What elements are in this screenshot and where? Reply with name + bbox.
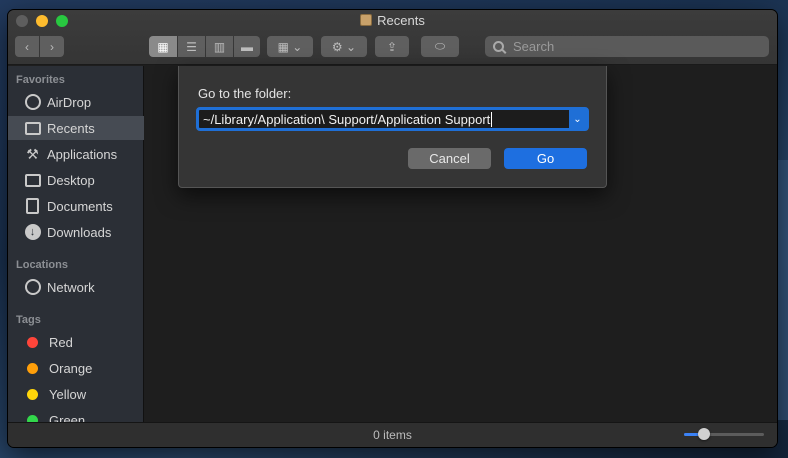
- action-menu-button[interactable]: ⚙ ⌄: [321, 36, 367, 57]
- sidebar-item-tag-orange[interactable]: Orange: [8, 356, 144, 380]
- back-button[interactable]: ‹: [15, 36, 39, 57]
- chevron-down-icon: ⌄: [573, 113, 582, 125]
- path-history-dropdown[interactable]: ⌄: [569, 110, 586, 128]
- sidebar-item-label: Red: [49, 334, 73, 350]
- documents-icon: [24, 198, 41, 215]
- sidebar-item-label: Orange: [49, 360, 93, 376]
- tag-icon: ⬭: [434, 39, 446, 53]
- edit-tags-button[interactable]: ⬭: [421, 36, 459, 57]
- sidebar-item-label: AirDrop: [47, 94, 92, 110]
- list-icon: ☰: [186, 39, 197, 54]
- group-by-button[interactable]: ▦ ⌄: [267, 36, 313, 57]
- sidebar-item-desktop[interactable]: Desktop: [8, 168, 144, 192]
- sidebar: Favorites AirDrop Recents ⚒ Applications…: [8, 66, 144, 428]
- item-count: 0 items: [373, 428, 412, 442]
- columns-icon: ▥: [213, 39, 226, 54]
- icon-view-button[interactable]: ▦: [149, 36, 177, 57]
- status-bar: 0 items: [8, 422, 777, 447]
- favorites-header: Favorites: [16, 74, 65, 86]
- sidebar-item-label: Yellow: [49, 386, 87, 402]
- chevron-left-icon: ‹: [25, 39, 29, 54]
- go-button[interactable]: Go: [504, 148, 587, 169]
- toolbar: Recents ‹ › ▦ ☰ ▥ ▬ ▦ ⌄ ⚙ ⌄ ⇪ ⬭ Search: [8, 10, 777, 65]
- sidebar-item-label: Downloads: [47, 224, 112, 240]
- group-icon: ▦ ⌄: [277, 39, 303, 54]
- search-input[interactable]: Search: [485, 36, 769, 57]
- text-caret: [491, 111, 493, 127]
- applications-icon: ⚒: [26, 145, 39, 162]
- search-placeholder: Search: [513, 39, 555, 54]
- red-tag-icon: [27, 336, 38, 348]
- gallery-icon: ▬: [241, 39, 253, 54]
- locations-header: Locations: [16, 259, 68, 271]
- sidebar-item-network[interactable]: Network: [8, 275, 144, 299]
- cancel-button[interactable]: Cancel: [408, 148, 491, 169]
- list-view-button[interactable]: ☰: [178, 36, 205, 57]
- desktop-icon: [24, 172, 41, 189]
- sidebar-item-tag-yellow[interactable]: Yellow: [8, 382, 144, 406]
- tags-header: Tags: [16, 314, 41, 326]
- sidebar-item-label: Desktop: [47, 172, 95, 188]
- sidebar-item-recents[interactable]: Recents: [8, 116, 144, 140]
- column-view-button[interactable]: ▥: [206, 36, 233, 57]
- search-icon: [493, 41, 504, 52]
- sidebar-item-applications[interactable]: ⚒ Applications: [8, 142, 144, 166]
- dialog-label: Go to the folder:: [198, 86, 292, 101]
- go-to-folder-dialog: Go to the folder: ~/Library/Application\…: [178, 66, 607, 188]
- yellow-tag-icon: [27, 388, 38, 400]
- window-title: Recents: [8, 13, 777, 28]
- orange-tag-icon: [27, 362, 38, 374]
- folder-path-value: ~/Library/Application\ Support/Applicati…: [203, 111, 491, 127]
- airdrop-icon: [24, 94, 41, 111]
- recents-icon: [24, 120, 41, 137]
- sidebar-item-label: Network: [47, 279, 95, 295]
- folder-path-input[interactable]: ~/Library/Application\ Support/Applicati…: [196, 107, 589, 131]
- chevron-right-icon: ›: [50, 39, 54, 54]
- network-icon: [24, 279, 41, 296]
- sidebar-item-label: Documents: [47, 198, 113, 214]
- icon-size-slider[interactable]: [684, 428, 764, 440]
- gear-icon: ⚙ ⌄: [331, 39, 357, 54]
- gallery-view-button[interactable]: ▬: [234, 36, 260, 57]
- sidebar-item-label: Applications: [47, 146, 118, 162]
- finder-window: Recents ‹ › ▦ ☰ ▥ ▬ ▦ ⌄ ⚙ ⌄ ⇪ ⬭ Search F…: [8, 10, 777, 447]
- sidebar-item-documents[interactable]: Documents: [8, 194, 144, 218]
- recents-folder-icon: [360, 14, 373, 26]
- sidebar-item-airdrop[interactable]: AirDrop: [8, 90, 144, 114]
- grid-icon: ▦: [157, 39, 169, 54]
- sidebar-item-downloads[interactable]: ↓ Downloads: [8, 220, 144, 244]
- forward-button[interactable]: ›: [40, 36, 64, 57]
- downloads-icon: ↓: [24, 224, 41, 241]
- sidebar-item-tag-red[interactable]: Red: [8, 330, 144, 354]
- window-title-text: Recents: [377, 13, 425, 28]
- slider-knob[interactable]: [698, 428, 710, 440]
- share-icon: ⇪: [386, 39, 398, 54]
- share-button[interactable]: ⇪: [375, 36, 409, 57]
- sidebar-item-label: Recents: [47, 120, 95, 136]
